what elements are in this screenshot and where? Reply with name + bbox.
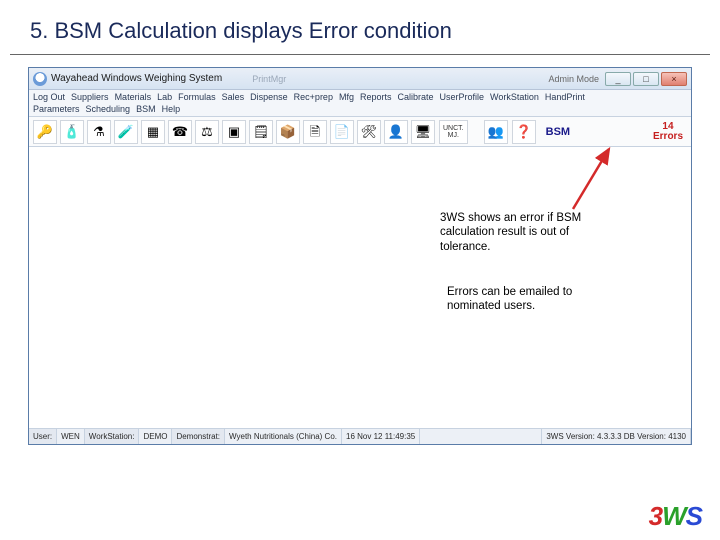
menu-item-sales[interactable]: Sales (222, 92, 245, 102)
error-indicator[interactable]: 14 Errors (649, 122, 687, 142)
window-icon[interactable]: ▣ (222, 120, 246, 144)
callout-1: 3WS shows an error if BSM calculation re… (440, 211, 615, 254)
beaker-icon[interactable]: 🧪 (114, 120, 138, 144)
error-label: Errors (653, 132, 683, 142)
key-icon[interactable]: 🔑 (33, 120, 57, 144)
window-title: Wayahead Windows Weighing System (51, 73, 222, 84)
bsm-label: BSM (540, 126, 576, 138)
menu-item-help[interactable]: Help (162, 104, 181, 114)
toolbar: 🔑🧴⚗🧪▦☎⚖▣🗒📦🗎📄🛠👤🖥 UNCT. MJ. 👥 ❓ BSM 14 Err… (29, 117, 691, 147)
menu-item-formulas[interactable]: Formulas (178, 92, 216, 102)
status-ws-value: DEMO (139, 429, 172, 444)
menu-item-reports[interactable]: Reports (360, 92, 392, 102)
phone-icon[interactable]: ☎ (168, 120, 192, 144)
menu-row-2: Parameters Scheduling BSM Help (33, 104, 687, 116)
menu-item-rec-prep[interactable]: Rec+prep (294, 92, 333, 102)
monitor-icon[interactable]: 🖥 (411, 120, 435, 144)
app-window: Wayahead Windows Weighing System PrintMg… (28, 67, 692, 445)
statusbar: User: WEN WorkStation: DEMO Demonstrat: … (29, 428, 691, 444)
titlebar-faded: PrintMgr (252, 74, 286, 84)
menu-item-handprint[interactable]: HandPrint (545, 92, 585, 102)
arrow-annotation (561, 143, 621, 213)
box-icon[interactable]: 📦 (276, 120, 300, 144)
menu-item-workstation[interactable]: WorkStation (490, 92, 539, 102)
status-db-value: Wyeth Nutritionals (China) Co. (225, 429, 342, 444)
menu-item-dispense[interactable]: Dispense (250, 92, 288, 102)
menu-item-mfg[interactable]: Mfg (339, 92, 354, 102)
menu-item-suppliers[interactable]: Suppliers (71, 92, 109, 102)
brand-logo: 3WS (649, 501, 702, 532)
menu-item-calibrate[interactable]: Calibrate (397, 92, 433, 102)
users-icon[interactable]: 👥 (484, 120, 508, 144)
close-button[interactable]: × (661, 72, 687, 86)
menubar: Log Out Suppliers Materials Lab Formulas Sale… (29, 90, 691, 117)
status-ws-label: WorkStation: (85, 429, 140, 444)
status-version: 3WS Version: 4.3.3.3 DB Version: 4130 (542, 429, 691, 444)
person-icon[interactable]: 👤 (384, 120, 408, 144)
bottle-icon[interactable]: 🧴 (60, 120, 84, 144)
callout-2: Errors can be emailed to nominated users… (447, 285, 615, 314)
menu-item-parameters[interactable]: Parameters (33, 104, 80, 114)
help-icon[interactable]: ❓ (512, 120, 536, 144)
titlebar-right-text: Admin Mode (548, 74, 599, 84)
titlebar: Wayahead Windows Weighing System PrintMg… (29, 68, 691, 90)
status-user-label: User: (29, 429, 57, 444)
app-icon (33, 72, 47, 86)
menu-item-userprofile[interactable]: UserProfile (440, 92, 485, 102)
doc-icon[interactable]: 🗎 (303, 120, 327, 144)
menu-item-scheduling[interactable]: Scheduling (86, 104, 131, 114)
menu-item-materials[interactable]: Materials (115, 92, 152, 102)
tools-icon[interactable]: 🛠 (357, 120, 381, 144)
slide-title: 5. BSM Calculation displays Error condit… (10, 0, 710, 55)
status-user-value: WEN (57, 429, 85, 444)
maximize-button[interactable]: □ (633, 72, 659, 86)
unct-block[interactable]: UNCT. MJ. (439, 120, 468, 144)
status-time: 16 Nov 12 11:49:35 (342, 429, 420, 444)
status-db-label: Demonstrat: (172, 429, 225, 444)
menu-item-bsm[interactable]: BSM (136, 104, 156, 114)
menu-item-log-out[interactable]: Log Out (33, 92, 65, 102)
table-icon[interactable]: ▦ (141, 120, 165, 144)
error-count: 14 (653, 122, 683, 132)
form-icon[interactable]: 🗒 (249, 120, 273, 144)
unct-line1: UNCT. (443, 125, 464, 132)
unct-line2: MJ. (448, 132, 459, 139)
menu-row-1: Log Out Suppliers Materials Lab Formulas Sale… (33, 92, 687, 104)
scale-icon[interactable]: ⚖ (195, 120, 219, 144)
minimize-button[interactable]: _ (605, 72, 631, 86)
flask-icon[interactable]: ⚗ (87, 120, 111, 144)
menu-item-lab[interactable]: Lab (157, 92, 172, 102)
content-area: 3WS shows an error if BSM calculation re… (29, 147, 691, 439)
report-icon[interactable]: 📄 (330, 120, 354, 144)
